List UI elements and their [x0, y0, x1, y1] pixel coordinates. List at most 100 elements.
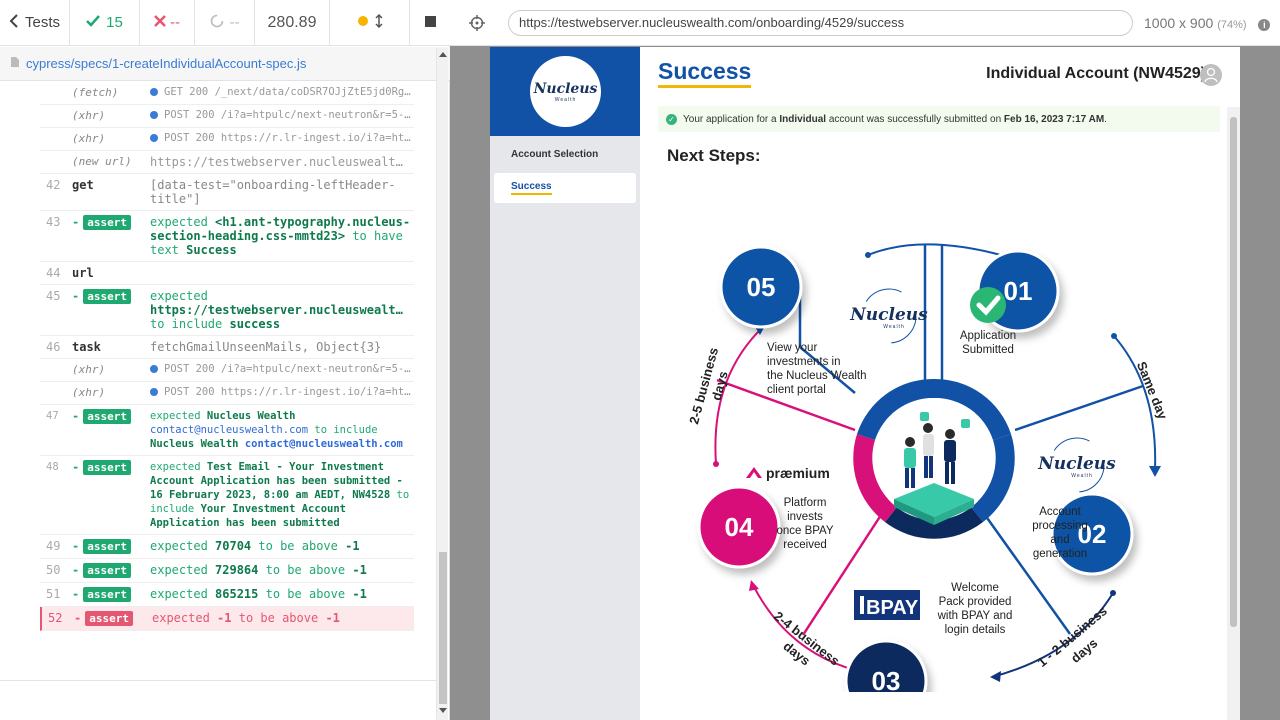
stop-button[interactable]	[410, 0, 450, 45]
svg-text:Wealth: Wealth	[1071, 473, 1092, 479]
command-log-row[interactable]: 46 task fetchGmailUnseenMails, Object{3}	[40, 336, 414, 359]
viewport-info: 1000 x 900 (74%) i	[1144, 15, 1271, 31]
command-message: fetchGmailUnseenMails, Object{3}	[150, 340, 382, 354]
svg-text:the Nucleus Wealth: the Nucleus Wealth	[767, 370, 867, 382]
svg-text:once BPAY: once BPAY	[776, 525, 833, 537]
svg-text:Wealth: Wealth	[883, 324, 904, 330]
check-icon	[86, 14, 101, 31]
command-log-row[interactable]: 44 url	[40, 262, 414, 285]
sidebar-header: Nucleus Wealth	[490, 47, 640, 136]
viewport-scale: (74%)	[1217, 19, 1247, 31]
step-03-label: Welcome	[951, 582, 999, 594]
spec-path[interactable]: cypress/specs/1-createIndividualAccount-…	[26, 56, 306, 71]
command-message: POST 200 /i?a=htpulc/next-neutron&r=5-…	[150, 109, 414, 123]
step-bubble-04: 04	[697, 485, 781, 569]
praemium-logo: præmium	[746, 465, 830, 481]
command-log-row[interactable]: 50- assert expected 729864 to be above -1	[40, 559, 414, 583]
scroll-up-arrow-icon[interactable]	[439, 52, 447, 57]
file-icon	[10, 56, 20, 71]
command-log-row[interactable]: (xhr) POST 200 /i?a=htpulc/next-neutron&r…	[40, 359, 414, 382]
svg-text:login details: login details	[945, 624, 1006, 636]
tests-back-button[interactable]: Tests	[0, 0, 70, 45]
command-log-row[interactable]: 48- assert expected Test Email - Your Inve…	[40, 456, 414, 535]
command-log-row[interactable]: 45- assert expected https://testwebserver.…	[40, 285, 414, 336]
command-number: 42	[46, 178, 61, 192]
command-log-row[interactable]: (new url) https://testwebserver.nucleuswe…	[40, 151, 414, 174]
aut-panel: https://testwebserver.nucleuswealth.com/…	[450, 0, 1280, 720]
command-name: (xhr)	[72, 132, 106, 145]
selector-playground-icon[interactable]	[468, 14, 486, 32]
onboarding-sidebar: Nucleus Wealth Account Selection Success	[490, 47, 640, 720]
command-number: 47	[46, 410, 59, 422]
runner-footer	[0, 680, 436, 720]
bpay-logo: BPAY	[854, 590, 920, 620]
step-05-label: View your	[767, 342, 817, 354]
step-number: 04	[725, 512, 754, 542]
request-dot-icon	[150, 388, 158, 396]
command-message: [data-test="onboarding-leftHeader-title"…	[150, 178, 396, 206]
spec-path-bar[interactable]: cypress/specs/1-createIndividualAccount-…	[0, 47, 450, 81]
sidebar-item-success[interactable]: Success	[494, 173, 636, 203]
assert-badge: assert	[83, 587, 131, 602]
command-number	[40, 363, 72, 377]
logo-text: Nucleus	[533, 80, 598, 97]
cypress-runner: Tests 15 -- -- 280.89 cypress/specs/1-cr…	[0, 0, 450, 720]
url-bar[interactable]: https://testwebserver.nucleuswealth.com/…	[508, 10, 1133, 36]
command-log-row[interactable]: 47- assert expected Nucleus Wealth contact…	[40, 405, 414, 456]
step-02-label: Account	[1039, 506, 1081, 518]
command-log-row[interactable]: 51- assert expected 865215 to be above -1	[40, 583, 414, 607]
command-message: expected 729864 to be above -1	[150, 563, 367, 577]
step-bubble-03: 03	[844, 639, 928, 692]
command-log-row[interactable]: 43- assert expected <h1.ant-typography.nuc…	[40, 211, 414, 262]
command-number: 43	[46, 215, 61, 229]
command-log-row[interactable]: 42 get [data-test="onboarding-leftHeader-t…	[40, 174, 414, 211]
step-number: 03	[872, 666, 901, 692]
command-message: expected <h1.ant-typography.nucleus-sect…	[150, 215, 411, 257]
timing-same-day: Same day	[1134, 359, 1171, 422]
command-number: 46	[46, 340, 61, 354]
command-number	[40, 155, 72, 169]
scrollbar-thumb[interactable]	[439, 552, 447, 704]
scroll-down-arrow-icon[interactable]	[439, 708, 447, 713]
x-icon	[154, 14, 166, 31]
command-log-scrollbar[interactable]	[436, 48, 448, 720]
command-name: (xhr)	[72, 386, 106, 399]
app-scrollbar[interactable]	[1227, 107, 1240, 720]
assert-badge: assert	[83, 563, 131, 578]
command-message: expected Test Email - Your Investment Ac…	[150, 461, 410, 529]
app-scrollbar-thumb[interactable]	[1230, 117, 1237, 627]
step-number: 05	[747, 272, 776, 302]
viewport-size: 1000 x 900	[1144, 15, 1214, 31]
duration: 280.89	[255, 0, 330, 45]
command-message: expected https://testwebserver.nucleuswe…	[150, 289, 403, 331]
command-log-row-failed[interactable]: 52- assert expected -1 to be above -1	[40, 607, 414, 631]
command-log-row[interactable]: (xhr) POST 200 https://r.lr-ingest.io/i?a…	[40, 382, 414, 405]
command-number: 48	[46, 461, 59, 473]
app-frame: Nucleus Wealth Account Selection Success…	[490, 47, 1240, 720]
command-number	[40, 132, 72, 146]
running-dot-icon	[357, 14, 369, 31]
command-log-row[interactable]: (xhr) POST 200 /i?a=htpulc/next-neutron&r…	[40, 105, 414, 128]
command-log-row[interactable]: (fetch) GET 200 /_next/data/coDSR7OJjZtE5…	[40, 82, 414, 105]
failed-count: --	[140, 0, 195, 45]
command-message	[150, 266, 414, 280]
command-message: https://testwebserver.nucleuswealt…	[150, 155, 403, 169]
request-dot-icon	[150, 365, 158, 373]
sidebar-item-account-selection[interactable]: Account Selection	[494, 139, 636, 169]
svg-text:Submitted: Submitted	[962, 344, 1014, 356]
command-log-row[interactable]: 49- assert expected 70704 to be above -1	[40, 535, 414, 559]
command-name: (xhr)	[72, 109, 106, 122]
command-number: 44	[46, 266, 61, 280]
passed-count: 15	[70, 0, 140, 45]
info-icon[interactable]: i	[1258, 19, 1271, 31]
tests-label: Tests	[24, 14, 60, 31]
command-number	[40, 109, 72, 123]
command-log-row[interactable]: (xhr) POST 200 https://r.lr-ingest.io/i?a…	[40, 128, 414, 151]
auto-scroll-toggle[interactable]	[330, 0, 410, 45]
svg-text:præmium: præmium	[766, 465, 830, 481]
command-number: 51	[46, 587, 61, 601]
scroll-arrows-icon	[374, 13, 383, 32]
svg-text:invests: invests	[787, 511, 823, 523]
avatar[interactable]	[1200, 64, 1222, 86]
svg-text:client portal: client portal	[767, 384, 826, 396]
